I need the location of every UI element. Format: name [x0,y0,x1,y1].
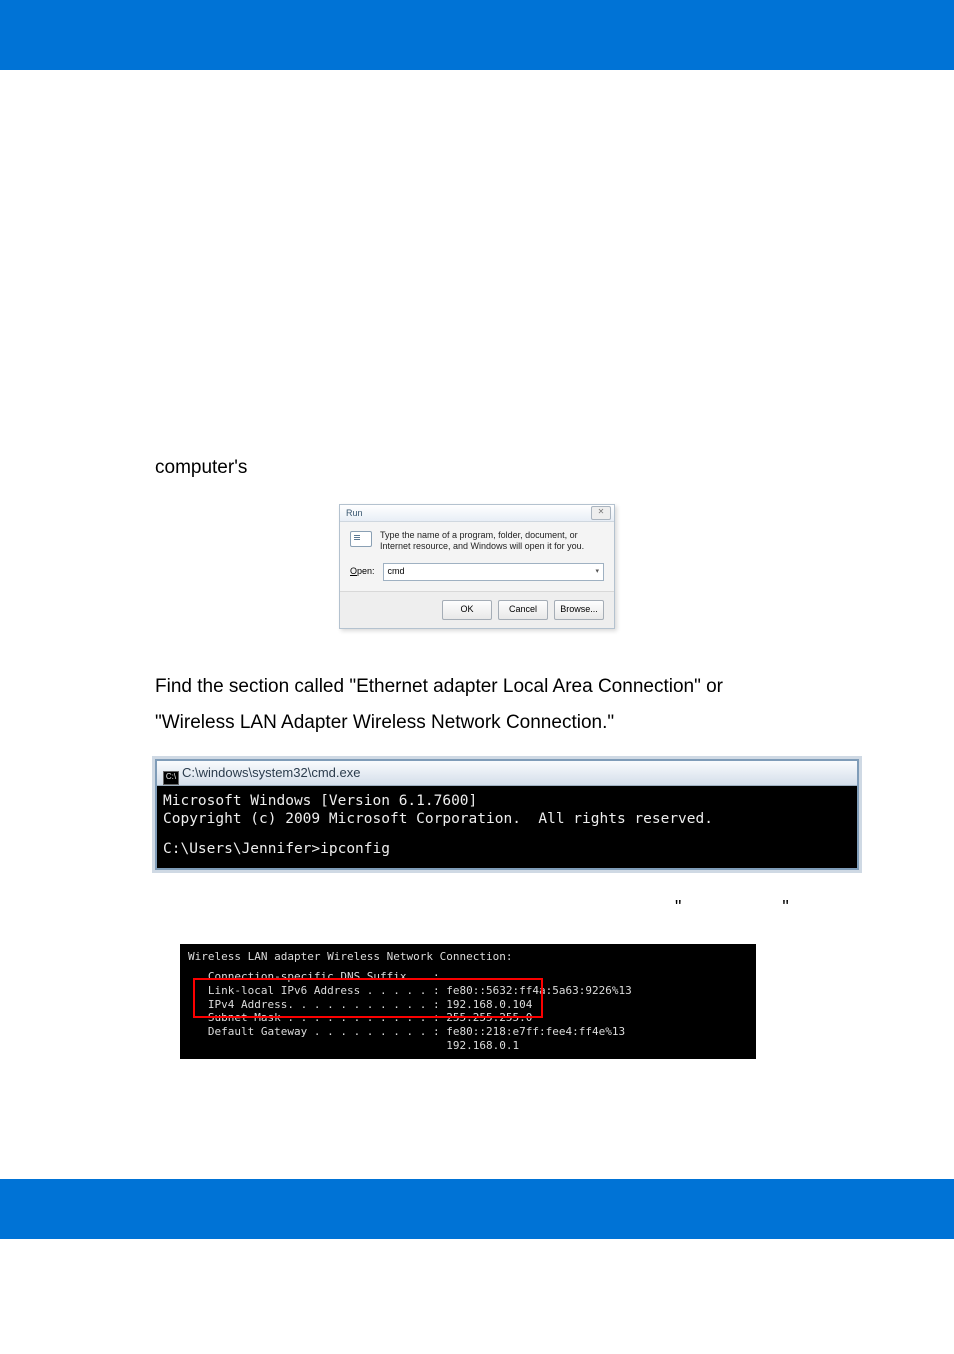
stray-quotes: "" [675,890,799,924]
ipconfig-line: Connection-specific DNS Suffix . : [188,970,748,984]
run-dialog: Run ✕ Type the name of a program, folder… [339,504,615,629]
ipconfig-line: Default Gateway . . . . . . . . . : fe80… [188,1025,748,1039]
ipconfig-line: 192.168.0.1 [188,1039,748,1053]
cmd-line: C:\Users\Jennifer>ipconfig [163,840,849,858]
ipconfig-output: Wireless LAN adapter Wireless Network Co… [180,944,756,1058]
ipconfig-line: Subnet Mask . . . . . . . . . . . : 255.… [188,1011,748,1025]
run-dialog-description: Type the name of a program, folder, docu… [380,530,604,553]
run-open-row: Open: cmd ▾ [340,563,614,591]
run-dialog-titlebar: Run ✕ [340,505,614,522]
run-icon [350,531,372,547]
cmd-output: Microsoft Windows [Version 6.1.7600] Cop… [157,786,857,868]
cmd-line: Copyright (c) 2009 Microsoft Corporation… [163,810,849,828]
instruction-line-2: "Wireless LAN Adapter Wireless Network C… [155,705,799,741]
ipconfig-line: IPv4 Address. . . . . . . . . . . : 192.… [188,998,748,1012]
browse-button[interactable]: Browse... [554,600,604,620]
cmd-window: C:\C:\windows\system32\cmd.exe Microsoft… [155,759,859,870]
cmd-icon: C:\ [163,771,179,785]
run-dialog-buttons: OK Cancel Browse... [340,591,614,628]
intro-text: computer's [155,450,799,486]
chevron-down-icon[interactable]: ▾ [595,565,599,578]
cmd-titlebar: C:\C:\windows\system32\cmd.exe [157,761,857,786]
ok-button[interactable]: OK [442,600,492,620]
run-dialog-title: Run [346,508,363,518]
page-content: computer's Run ✕ Type the name of a prog… [0,70,954,1059]
header-bar [0,0,954,70]
cancel-button[interactable]: Cancel [498,600,548,620]
run-dialog-body: Type the name of a program, folder, docu… [340,522,614,563]
run-command-input[interactable]: cmd ▾ [383,563,604,581]
run-command-value: cmd [388,563,405,580]
ipconfig-line: Link-local IPv6 Address . . . . . : fe80… [188,984,748,998]
ipconfig-header: Wireless LAN adapter Wireless Network Co… [188,950,748,964]
cmd-line: Microsoft Windows [Version 6.1.7600] [163,792,849,810]
run-open-label: Open: [350,563,375,580]
close-icon[interactable]: ✕ [591,506,611,520]
instruction-line-1: Find the section called "Ethernet adapte… [155,669,799,705]
cmd-title-text: C:\windows\system32\cmd.exe [182,765,360,780]
footer-bar [0,1179,954,1239]
